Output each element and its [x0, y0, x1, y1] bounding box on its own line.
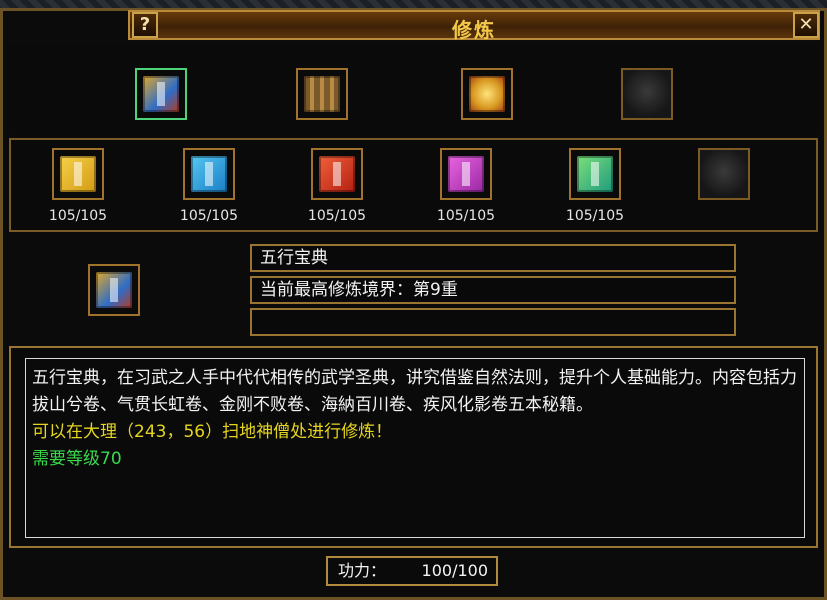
description-box[interactable]: 五行宝典，在习武之人手中代代相传的武学圣典，讲究借鉴自然法则，提升个人基础能力。… [25, 358, 805, 538]
top-slot-2[interactable] [296, 68, 348, 120]
book-slot-yellow[interactable] [52, 148, 104, 200]
blue-book-icon [191, 156, 227, 192]
scroll-bundle-icon [304, 76, 340, 112]
top-slot-3[interactable] [461, 68, 513, 120]
close-button[interactable]: ✕ [793, 12, 819, 38]
book-icon [96, 272, 132, 308]
book-slot-row: 105/105 105/105 105/105 105/105 105/105 [9, 138, 818, 232]
power-display: 功力： 100/100 [326, 556, 498, 586]
book-slot-red[interactable] [311, 148, 363, 200]
top-slot-empty[interactable] [621, 68, 673, 120]
location-text: 可以在大理（243，56）扫地神僧处进行修炼！ [32, 422, 393, 442]
yellow-book-icon [60, 156, 96, 192]
book-slot-green[interactable] [569, 148, 621, 200]
book-count: 105/105 [436, 208, 496, 224]
description-text: 五行宝典，在习武之人手中代代相传的武学圣典，讲究借鉴自然法则，提升个人基础能力。… [32, 368, 797, 415]
title-bar[interactable]: 修炼 [128, 10, 820, 42]
book-count: 105/105 [307, 208, 367, 224]
book-count: 105/105 [565, 208, 625, 224]
book-icon [143, 76, 179, 112]
level-requirement: 需要等级70 [32, 449, 122, 469]
book-count: 105/105 [179, 208, 239, 224]
power-value: 100/100 [421, 561, 488, 580]
power-label: 功力： [338, 561, 387, 580]
selected-book-slot[interactable] [88, 264, 140, 316]
description-panel: 五行宝典，在习武之人手中代代相传的武学圣典，讲究借鉴自然法则，提升个人基础能力。… [9, 346, 818, 548]
window-title: 修炼 [452, 18, 496, 42]
red-book-icon [319, 156, 355, 192]
extra-field [250, 308, 736, 336]
book-count: 105/105 [48, 208, 108, 224]
realm-field: 当前最高修炼境界：第9重 [250, 276, 736, 304]
skill-name-field: 五行宝典 [250, 244, 736, 272]
golden-scrolls-icon [469, 76, 505, 112]
purple-book-icon [448, 156, 484, 192]
book-slot-blue[interactable] [183, 148, 235, 200]
top-slot-row [9, 44, 818, 134]
book-slot-purple[interactable] [440, 148, 492, 200]
book-slot-empty[interactable] [698, 148, 750, 200]
top-slot-1[interactable] [135, 68, 187, 120]
green-book-icon [577, 156, 613, 192]
help-button[interactable]: ? [132, 12, 158, 38]
